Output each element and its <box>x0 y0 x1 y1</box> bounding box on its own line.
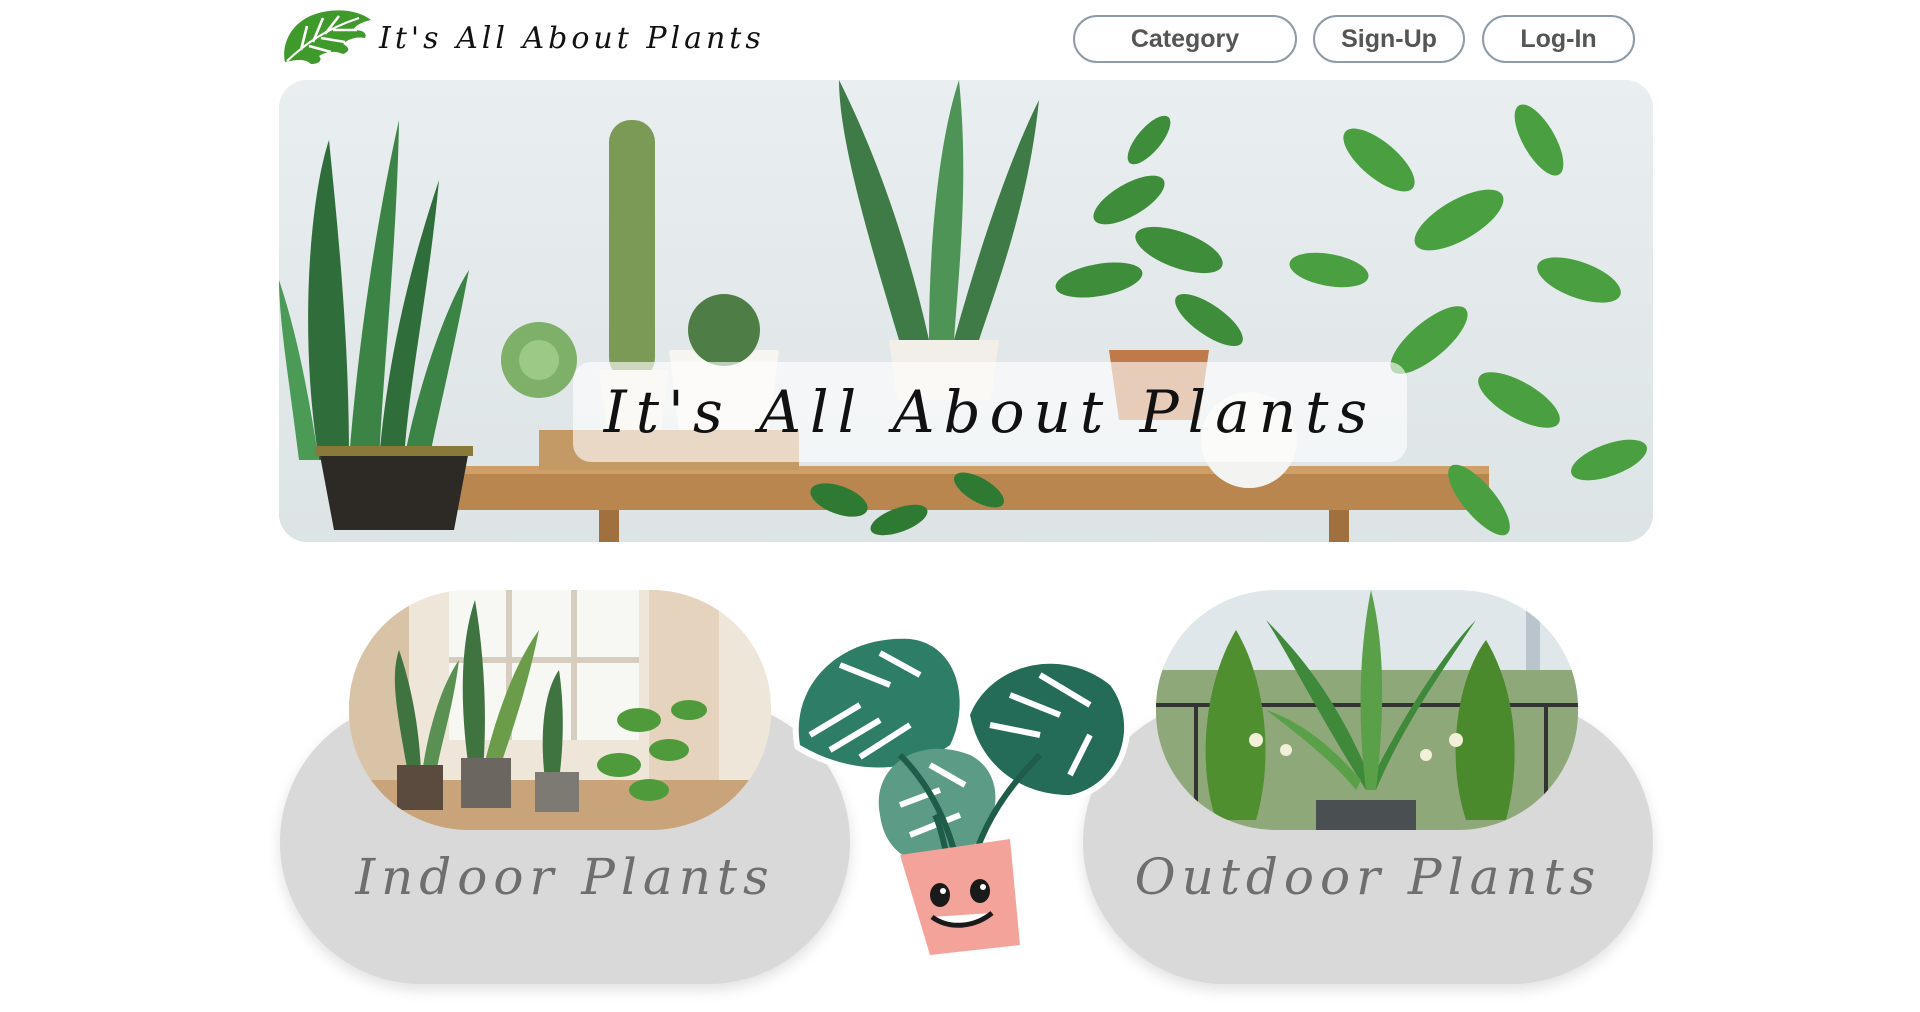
monstera-leaf-icon <box>284 10 371 65</box>
outdoor-plants-photo <box>1156 590 1578 830</box>
category-button[interactable]: Category <box>1073 15 1297 63</box>
signup-button[interactable]: Sign-Up <box>1313 15 1465 63</box>
monstera-pot-mascot <box>792 632 1131 961</box>
indoor-plants-label[interactable]: Indoor Plants <box>280 848 850 918</box>
site-logo[interactable]: It's All About Plants <box>279 6 765 66</box>
hero-image <box>279 80 1653 542</box>
outdoor-plants-image[interactable] <box>1156 590 1578 830</box>
logo-text: It's All About Plants <box>379 20 765 56</box>
outdoor-plants-label[interactable]: Outdoor Plants <box>1083 848 1653 918</box>
hero-title: It's All About Plants <box>603 378 1377 446</box>
hero-banner: It's All About Plants <box>279 80 1653 542</box>
page: It's All About Plants Category Sign-Up L… <box>0 0 1920 1012</box>
hero-title-box: It's All About Plants <box>573 362 1407 462</box>
indoor-plants-image[interactable] <box>349 590 771 830</box>
login-button[interactable]: Log-In <box>1482 15 1635 63</box>
indoor-plants-photo <box>349 590 771 830</box>
